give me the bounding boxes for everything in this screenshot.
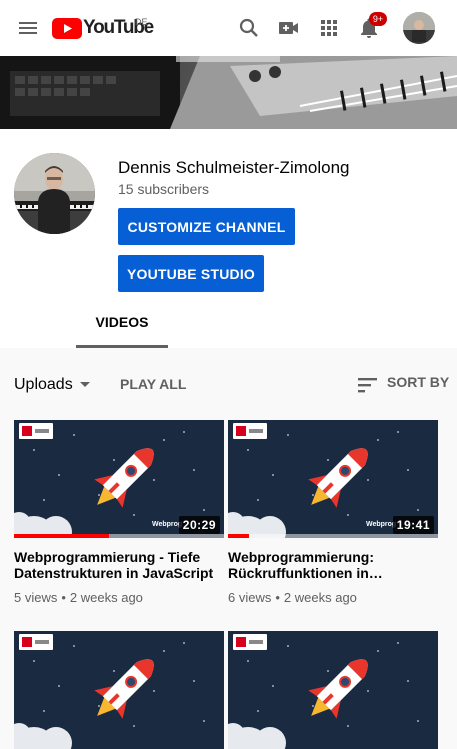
view-count: 5 views xyxy=(14,590,58,605)
dhbw-logo xyxy=(233,423,267,439)
upload-age: 2 weeks ago xyxy=(283,590,357,605)
video-metadata: 6 views • 2 weeks ago xyxy=(228,590,438,605)
youtube-studio-button[interactable]: YOUTUBE STUDIO xyxy=(118,255,264,292)
video-thumbnail[interactable] xyxy=(14,631,224,749)
uploads-dropdown[interactable]: Uploads xyxy=(14,376,73,394)
video-thumbnail[interactable] xyxy=(228,631,438,749)
dhbw-logo xyxy=(19,634,53,650)
video-card[interactable]: Webprog 20:29 Webprogrammierung - Tiefe … xyxy=(14,420,224,605)
video-title[interactable]: Webprogrammierung: Rückruffunktionen in… xyxy=(228,549,438,581)
video-thumbnail[interactable]: Webprog 19:41 xyxy=(228,420,438,538)
channel-avatar xyxy=(14,153,95,234)
video-title[interactable]: Webprogrammierung - Tiefe Datenstrukture… xyxy=(14,549,224,581)
youtube-logo-icon xyxy=(52,18,82,39)
video-card[interactable] xyxy=(228,631,438,749)
video-card[interactable]: Webprog 19:41 Webprogrammierung: Rückruf… xyxy=(228,420,438,605)
video-duration: 19:41 xyxy=(392,516,434,534)
play-all-button[interactable]: PLAY ALL xyxy=(120,376,186,392)
filter-bar: Uploads PLAY ALL SORT BY xyxy=(0,358,457,408)
apps-icon[interactable] xyxy=(317,16,341,40)
thumbnail-caption: Webprog xyxy=(152,521,183,528)
account-avatar[interactable] xyxy=(403,12,435,44)
channel-header: Dennis Schulmeister-Zimolong 15 subscrib… xyxy=(0,129,457,348)
caret-down-icon[interactable] xyxy=(80,382,90,387)
view-count: 6 views xyxy=(228,590,272,605)
video-duration: 20:29 xyxy=(178,516,220,534)
search-icon[interactable] xyxy=(237,16,261,40)
separator-dot: • xyxy=(275,590,280,605)
watch-progress-track xyxy=(228,534,438,538)
country-code: DE xyxy=(135,17,148,27)
separator-dot: • xyxy=(61,590,66,605)
sort-by-label: SORT BY xyxy=(387,374,450,390)
video-card[interactable] xyxy=(14,631,224,749)
create-video-icon[interactable] xyxy=(277,16,301,40)
channel-banner xyxy=(0,56,457,129)
video-thumbnail[interactable]: Webprog 20:29 xyxy=(14,420,224,538)
notifications-icon[interactable]: 9+ xyxy=(357,12,387,40)
channel-name: Dennis Schulmeister-Zimolong xyxy=(118,158,350,177)
menu-icon[interactable] xyxy=(16,16,40,40)
dhbw-logo xyxy=(233,634,267,650)
video-metadata: 5 views • 2 weeks ago xyxy=(14,590,224,605)
watch-progress-bar xyxy=(228,534,249,538)
customize-channel-button[interactable]: CUSTOMIZE CHANNEL xyxy=(118,208,295,245)
thumbnail-caption: Webprog xyxy=(366,521,397,528)
dhbw-logo xyxy=(19,423,53,439)
youtube-logo[interactable]: YouTube DE xyxy=(52,17,154,40)
notification-badge: 9+ xyxy=(369,12,387,26)
subscriber-count: 15 subscribers xyxy=(118,181,210,197)
upload-age: 2 weeks ago xyxy=(69,590,143,605)
watch-progress-bar xyxy=(14,534,109,538)
top-bar: YouTube DE 9+ xyxy=(0,0,457,56)
sort-icon xyxy=(358,378,377,393)
tab-videos[interactable]: VIDEOS xyxy=(76,308,168,348)
